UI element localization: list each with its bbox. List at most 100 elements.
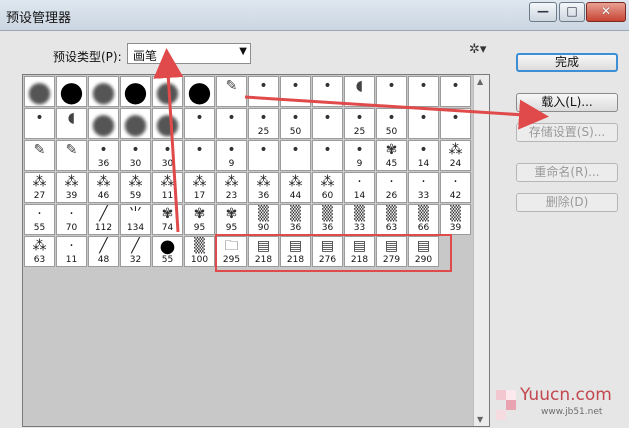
rename-button[interactable]: 重命名(R)... — [516, 163, 618, 182]
brush-preset-tile[interactable]: · 14 — [344, 172, 375, 203]
brush-preset-tile[interactable]: ✾ 74 — [152, 204, 183, 235]
brush-preset-tile[interactable]: • 9 — [216, 140, 247, 171]
brush-preset-tile[interactable]: • 30 — [152, 140, 183, 171]
save-settings-button[interactable]: 存储设置(S)... — [516, 123, 618, 142]
brush-preset-tile[interactable]: ▤ 218 — [344, 236, 375, 267]
load-button[interactable]: 载入(L)... — [516, 93, 618, 112]
brush-preset-tile[interactable]: ● — [152, 76, 183, 107]
brush-preset-tile[interactable]: ▒ 100 — [184, 236, 215, 267]
brush-preset-tile[interactable]: • — [216, 108, 247, 139]
brush-preset-tile[interactable]: · 33 — [408, 172, 439, 203]
brush-preset-tile[interactable]: ╱ 112 — [88, 204, 119, 235]
brush-preset-tile[interactable]: • — [248, 76, 279, 107]
brush-preset-tile[interactable]: ● — [88, 76, 119, 107]
brush-preset-tile[interactable]: · 42 — [440, 172, 471, 203]
brush-preset-tile[interactable]: ▤ 279 — [376, 236, 407, 267]
brush-preset-tile[interactable]: ▒ 63 — [376, 204, 407, 235]
brush-preset-tile[interactable]: ⁂ 11 — [152, 172, 183, 203]
brush-preset-tile[interactable]: • — [280, 140, 311, 171]
brush-preset-tile[interactable]: • — [24, 108, 55, 139]
brush-preset-tile[interactable]: ⁂ 36 — [248, 172, 279, 203]
brush-preset-tile[interactable]: 🗀 295 — [216, 236, 247, 267]
brush-preset-tile[interactable]: ● — [184, 76, 215, 107]
brush-preset-tile[interactable]: • — [312, 140, 343, 171]
brush-preset-tile[interactable]: ▒ 90 — [248, 204, 279, 235]
brush-preset-tile[interactable]: • — [440, 76, 471, 107]
done-button[interactable]: 完成 — [516, 53, 618, 72]
minimize-button[interactable]: — — [529, 2, 557, 22]
brush-preset-tile[interactable]: ▤ 290 — [408, 236, 439, 267]
preset-type-select[interactable]: 画笔 ▼ — [127, 43, 251, 64]
brush-preset-tile[interactable]: ⁂ 27 — [24, 172, 55, 203]
brush-preset-tile[interactable]: ⁂ 46 — [88, 172, 119, 203]
brush-preset-tile[interactable]: ▒ 36 — [280, 204, 311, 235]
brush-preset-tile[interactable]: ✾ 95 — [216, 204, 247, 235]
brush-preset-tile[interactable]: • — [408, 108, 439, 139]
brush-preset-tile[interactable]: ▒ 36 — [312, 204, 343, 235]
brush-preset-tile[interactable]: ⁂ 17 — [184, 172, 215, 203]
brush-preset-tile[interactable]: ⁂ 23 — [216, 172, 247, 203]
brush-preset-tile[interactable]: ✾ 45 — [376, 140, 407, 171]
brush-preset-tile[interactable]: · 11 — [56, 236, 87, 267]
brush-preset-tile[interactable]: ◖ — [56, 108, 87, 139]
gear-icon[interactable]: ✲▾ — [469, 42, 486, 57]
brush-preset-tile[interactable]: • — [184, 108, 215, 139]
brush-preset-tile[interactable]: ╱ 48 — [88, 236, 119, 267]
brush-preset-tile[interactable]: ⁂ 60 — [312, 172, 343, 203]
brush-preset-tile[interactable]: ● — [152, 108, 183, 139]
brush-preset-tile[interactable]: ● — [88, 108, 119, 139]
brush-preset-tile[interactable]: • 25 — [344, 108, 375, 139]
brush-preset-tile[interactable]: ⁂ 24 — [440, 140, 471, 171]
brush-preset-tile[interactable]: ✎ — [216, 76, 247, 107]
brush-preset-tile[interactable]: ▤ 218 — [280, 236, 311, 267]
brush-preset-tile[interactable]: ✎ — [24, 140, 55, 171]
maximize-button[interactable]: □ — [559, 2, 585, 22]
brush-size-label: 25 — [257, 127, 270, 137]
brush-preset-tile[interactable]: · 26 — [376, 172, 407, 203]
brush-preset-tile[interactable]: ✎ — [56, 140, 87, 171]
brush-preset-tile[interactable]: • — [248, 140, 279, 171]
brush-preset-tile[interactable]: ⁂ 39 — [56, 172, 87, 203]
brush-preset-tile[interactable]: ◖ — [344, 76, 375, 107]
brush-preset-tile[interactable]: · 55 — [24, 204, 55, 235]
scroll-up-icon[interactable]: ▲ — [477, 77, 483, 86]
brush-preset-tile[interactable]: • — [280, 76, 311, 107]
brush-preset-tile[interactable]: • — [440, 108, 471, 139]
brush-preset-tile[interactable]: ● — [56, 76, 87, 107]
brush-preset-tile[interactable]: • — [376, 76, 407, 107]
brush-preset-tile[interactable]: ▤ 276 — [312, 236, 343, 267]
brush-preset-tile[interactable]: • 30 — [120, 140, 151, 171]
document-icon: ▤ — [256, 238, 271, 254]
brush-preset-tile[interactable]: • 9 — [344, 140, 375, 171]
brush-preset-tile[interactable]: ⁂ 63 — [24, 236, 55, 267]
brush-preset-tile[interactable]: ▒ 33 — [344, 204, 375, 235]
scroll-down-icon[interactable]: ▼ — [477, 415, 483, 424]
close-button[interactable]: ✕ — [586, 2, 626, 22]
brush-preset-tile[interactable]: • — [312, 76, 343, 107]
brush-preset-tile[interactable]: ⁂ 59 — [120, 172, 151, 203]
brush-preset-tile[interactable]: • 25 — [248, 108, 279, 139]
brush-preset-tile[interactable]: • — [184, 140, 215, 171]
brush-preset-tile[interactable]: • — [312, 108, 343, 139]
brush-preset-tile[interactable]: • — [408, 76, 439, 107]
brush-preset-tile[interactable]: ⁂ 44 — [280, 172, 311, 203]
brush-size-label: 32 — [129, 255, 142, 265]
delete-button[interactable]: 删除(D) — [516, 193, 618, 212]
brush-preset-tile[interactable]: ╱ 32 — [120, 236, 151, 267]
brush-preset-tile[interactable]: • 14 — [408, 140, 439, 171]
brush-preset-tile[interactable]: ● 55 — [152, 236, 183, 267]
brush-preset-tile[interactable]: ▒ 39 — [440, 204, 471, 235]
watermark-text: Yuucn.com — [520, 385, 612, 405]
brush-preset-tile[interactable]: ⺌ 134 — [120, 204, 151, 235]
brush-preset-tile[interactable]: • 50 — [280, 108, 311, 139]
brush-preset-tile[interactable]: ✾ 95 — [184, 204, 215, 235]
brush-preset-tile[interactable]: ● — [120, 76, 151, 107]
brush-preset-tile[interactable]: ▤ 218 — [248, 236, 279, 267]
brush-preset-tile[interactable]: • 50 — [376, 108, 407, 139]
brush-preset-tile[interactable]: ● — [120, 108, 151, 139]
brush-preset-tile[interactable]: ▒ 66 — [408, 204, 439, 235]
brush-preset-tile[interactable]: ● — [24, 76, 55, 107]
scrollbar[interactable]: ▲ ▼ — [473, 75, 489, 426]
brush-preset-tile[interactable]: • 36 — [88, 140, 119, 171]
brush-preset-tile[interactable]: · 70 — [56, 204, 87, 235]
